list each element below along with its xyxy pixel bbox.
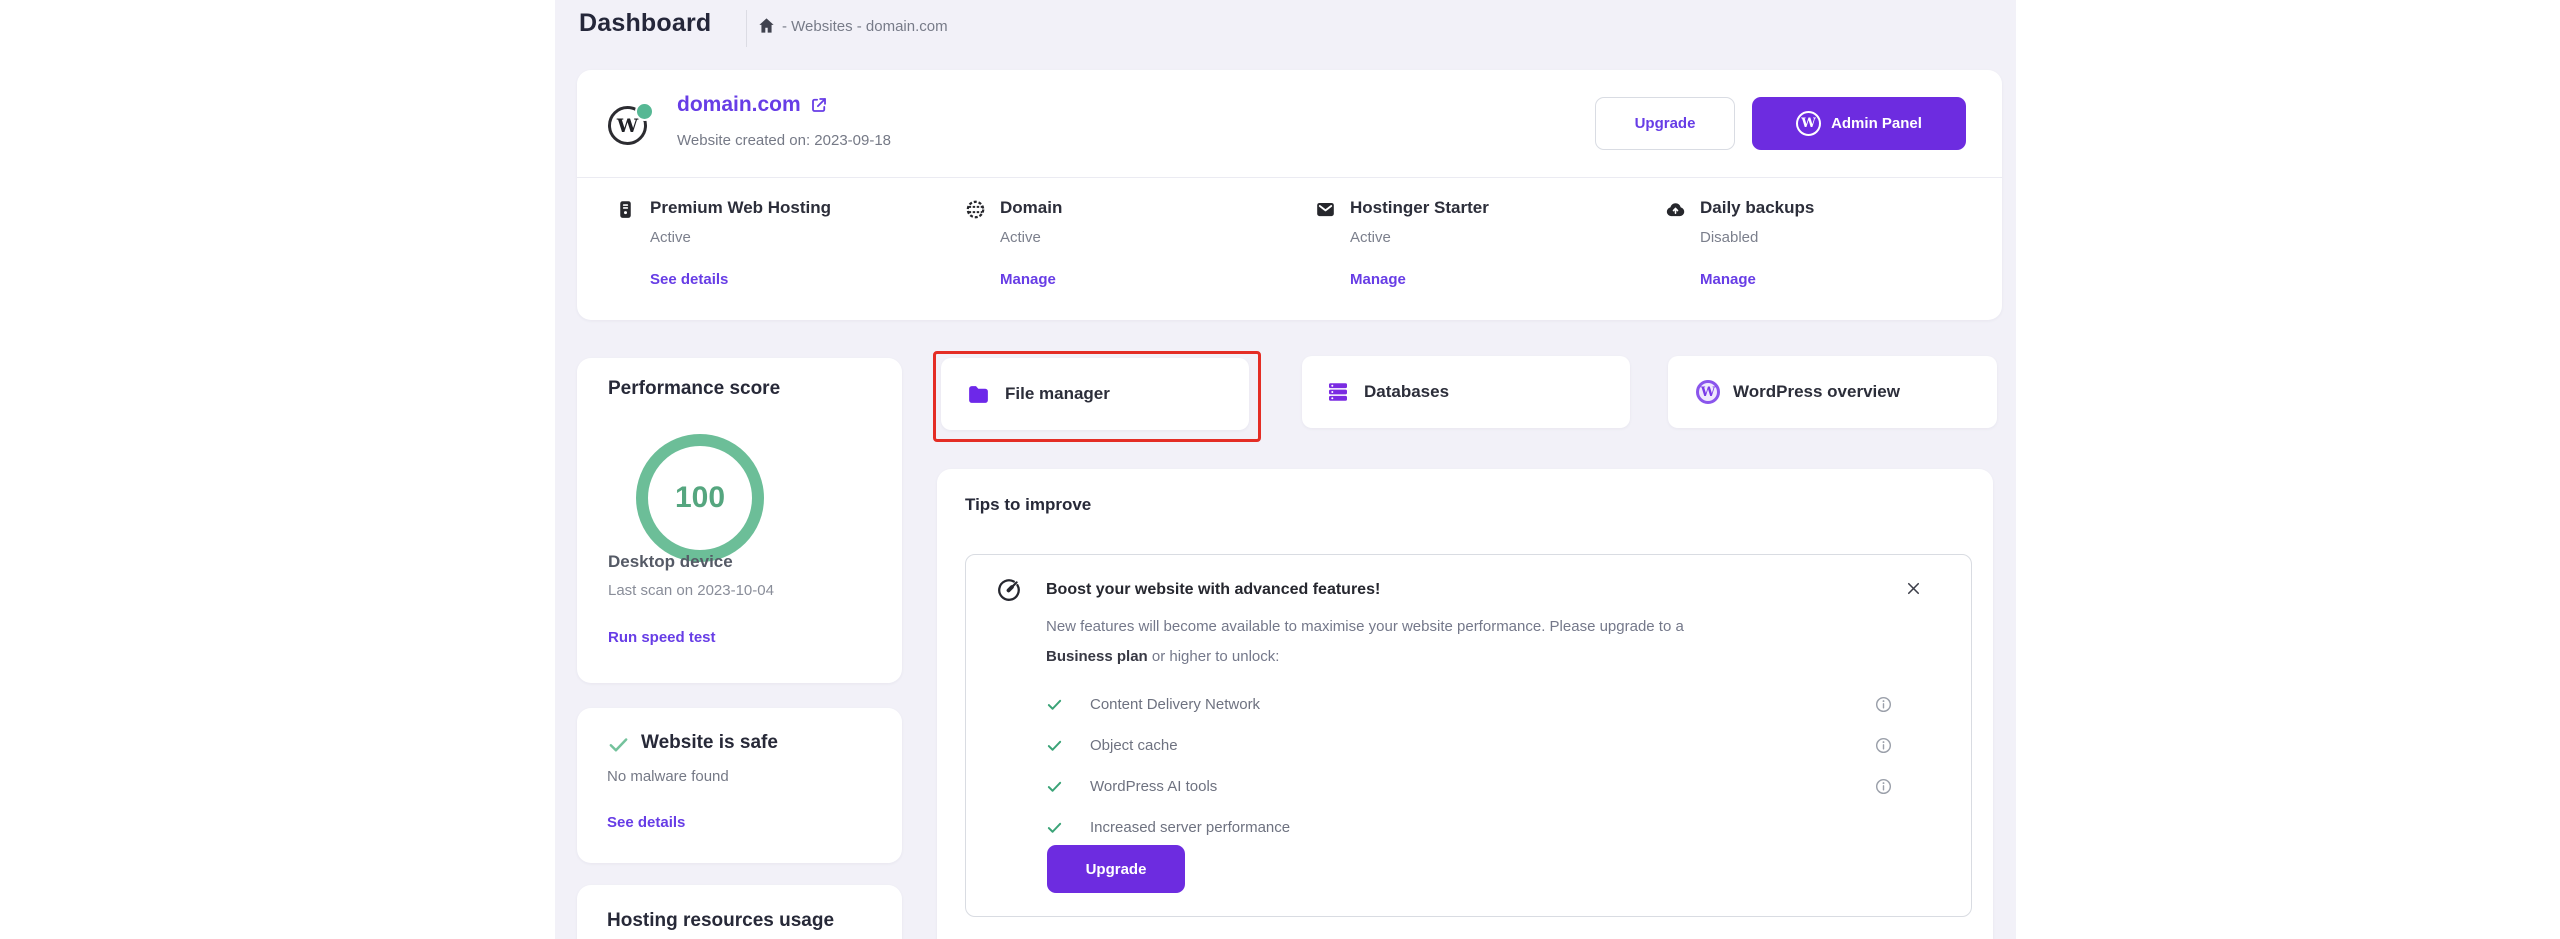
home-icon[interactable]: [757, 16, 776, 35]
boost-banner-body-line1: New features will become available to ma…: [1046, 618, 1684, 635]
feature-row: Object cache: [1046, 736, 1906, 758]
databases-card[interactable]: Databases: [1302, 356, 1630, 428]
service-title: Hostinger Starter: [1350, 198, 1489, 218]
safety-card: Website is safe No malware found See det…: [577, 708, 902, 863]
safety-title: Website is safe: [641, 732, 778, 754]
file-manager-card[interactable]: File manager: [941, 358, 1249, 430]
site-created-text: Website created on: 2023-09-18: [677, 132, 891, 149]
manage-link[interactable]: Manage: [1000, 271, 1056, 288]
check-icon: [607, 733, 630, 756]
manage-link[interactable]: Manage: [1350, 271, 1406, 288]
service-title: Daily backups: [1700, 198, 1814, 218]
boost-banner-body-line2: Business plan or higher to unlock:: [1046, 648, 1279, 665]
dashboard-page: Dashboard - Websites - domain.com W doma…: [555, 0, 2016, 939]
performance-score-ring: 100: [636, 434, 764, 562]
service-status: Active: [650, 229, 691, 246]
folder-icon: [966, 382, 991, 407]
site-avatar: W: [608, 106, 652, 150]
cloud-upload-icon: [1665, 199, 1686, 220]
info-icon[interactable]: [1874, 777, 1893, 796]
check-icon: [1046, 778, 1063, 795]
check-icon: [1046, 737, 1063, 754]
see-details-link[interactable]: See details: [607, 814, 685, 831]
feature-label: Content Delivery Network: [1090, 696, 1260, 713]
service-status: Active: [1350, 229, 1391, 246]
check-icon: [1046, 696, 1063, 713]
status-online-dot: [635, 102, 654, 121]
feature-row: Content Delivery Network: [1046, 695, 1906, 717]
globe-icon: [965, 199, 986, 220]
see-details-link[interactable]: See details: [650, 271, 728, 288]
feature-label: Object cache: [1090, 737, 1178, 754]
wordpress-logo-icon: W: [1796, 111, 1821, 136]
device-label: Desktop device: [608, 552, 733, 572]
boost-banner: Boost your website with advanced feature…: [965, 554, 1972, 917]
service-title: Premium Web Hosting: [650, 198, 831, 218]
file-manager-label: File manager: [1005, 384, 1110, 404]
boost-banner-title: Boost your website with advanced feature…: [1046, 581, 1380, 599]
database-icon: [1326, 380, 1350, 404]
unlock-text: or higher to unlock:: [1148, 648, 1280, 665]
domain-row: domain.com: [677, 93, 828, 117]
resources-title: Hosting resources usage: [607, 910, 834, 932]
admin-panel-label: Admin Panel: [1831, 115, 1922, 132]
upgrade-button[interactable]: Upgrade: [1047, 845, 1185, 893]
domain-link[interactable]: domain.com: [677, 93, 801, 117]
business-plan-text: Business plan: [1046, 648, 1148, 665]
manage-link[interactable]: Manage: [1700, 271, 1756, 288]
performance-title: Performance score: [608, 378, 780, 400]
service-title: Domain: [1000, 198, 1062, 218]
server-icon: [615, 199, 636, 220]
external-link-icon[interactable]: [810, 96, 828, 114]
wordpress-overview-card[interactable]: W WordPress overview: [1668, 356, 1997, 428]
service-status: Active: [1000, 229, 1041, 246]
performance-card: Performance score 100 Desktop device Las…: [577, 358, 902, 683]
run-speed-test-link[interactable]: Run speed test: [608, 629, 716, 646]
header-divider: [746, 10, 747, 47]
close-icon[interactable]: [1904, 579, 1923, 598]
info-icon[interactable]: [1874, 736, 1893, 755]
feature-row: Increased server performance: [1046, 818, 1906, 840]
mail-icon: [1315, 199, 1336, 220]
resources-card: Hosting resources usage: [577, 885, 902, 939]
feature-row: WordPress AI tools: [1046, 777, 1906, 799]
last-scan-label: Last scan on 2023-10-04: [608, 582, 774, 599]
check-icon: [1046, 819, 1063, 836]
site-card: W domain.com Website created on: 2023-09…: [577, 70, 2002, 320]
safety-subtitle: No malware found: [607, 768, 729, 785]
service-status: Disabled: [1700, 229, 1758, 246]
databases-label: Databases: [1364, 382, 1449, 402]
admin-panel-button[interactable]: W Admin Panel: [1752, 97, 1966, 150]
page-title: Dashboard: [579, 9, 711, 38]
feature-label: WordPress AI tools: [1090, 778, 1217, 795]
upgrade-button[interactable]: Upgrade: [1595, 97, 1735, 150]
info-icon[interactable]: [1874, 695, 1893, 714]
wordpress-overview-label: WordPress overview: [1733, 382, 1900, 402]
tips-title: Tips to improve: [965, 495, 1091, 515]
breadcrumb[interactable]: - Websites - domain.com: [782, 18, 948, 35]
tips-card: Tips to improve Boost your website with …: [937, 469, 1993, 939]
performance-score-value: 100: [675, 481, 725, 515]
feature-label: Increased server performance: [1090, 819, 1290, 836]
speedometer-icon: [996, 577, 1022, 603]
card-divider: [577, 177, 2002, 178]
wordpress-icon: W: [1696, 380, 1720, 404]
